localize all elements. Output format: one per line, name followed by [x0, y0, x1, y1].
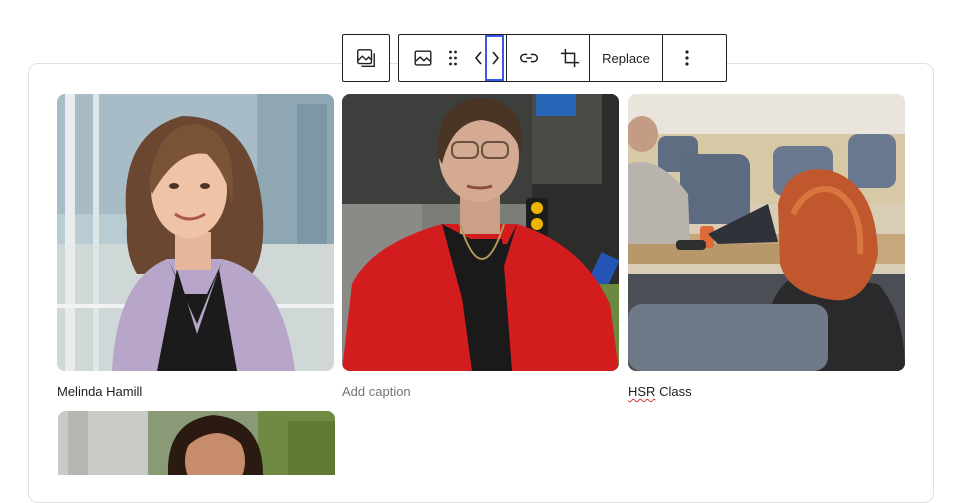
link-icon	[520, 53, 538, 63]
gallery-image-2-selected[interactable]	[342, 94, 619, 371]
image-icon	[414, 50, 432, 66]
gallery-caption-1[interactable]: Melinda Hamill	[57, 384, 142, 400]
block-type-image-button[interactable]	[399, 35, 447, 81]
link-button[interactable]	[507, 35, 551, 81]
more-vertical-icon	[684, 50, 689, 66]
drag-handle-icon	[449, 50, 457, 66]
caption-rest: Class	[655, 384, 692, 399]
gallery-image-1[interactable]	[57, 94, 334, 371]
block-toolbar: Replace	[398, 34, 727, 82]
classroom-photo	[628, 94, 905, 371]
crop-icon	[560, 48, 580, 68]
move-right-button[interactable]	[485, 35, 504, 81]
gallery-image-4[interactable]	[58, 411, 335, 475]
drag-handle[interactable]	[447, 35, 459, 81]
crop-button[interactable]	[551, 35, 589, 81]
more-options-button[interactable]	[663, 35, 710, 81]
caption-spellcheck-word: HSR	[628, 384, 656, 399]
chevron-left-icon	[474, 51, 482, 65]
gallery-caption-2[interactable]: Add caption	[342, 384, 411, 400]
select-gallery-parent-button[interactable]	[343, 35, 389, 81]
replace-button[interactable]: Replace	[590, 35, 662, 81]
gallery-parent-icon	[357, 49, 375, 67]
select-parent-toolbar	[342, 34, 390, 82]
portrait-photo-2	[342, 94, 619, 371]
gallery-image-3[interactable]	[628, 94, 905, 371]
portrait-photo-1	[57, 94, 334, 371]
gallery-caption-3[interactable]: HSR Class	[628, 384, 692, 400]
portrait-photo-4	[58, 411, 335, 475]
chevron-right-icon	[491, 51, 499, 65]
